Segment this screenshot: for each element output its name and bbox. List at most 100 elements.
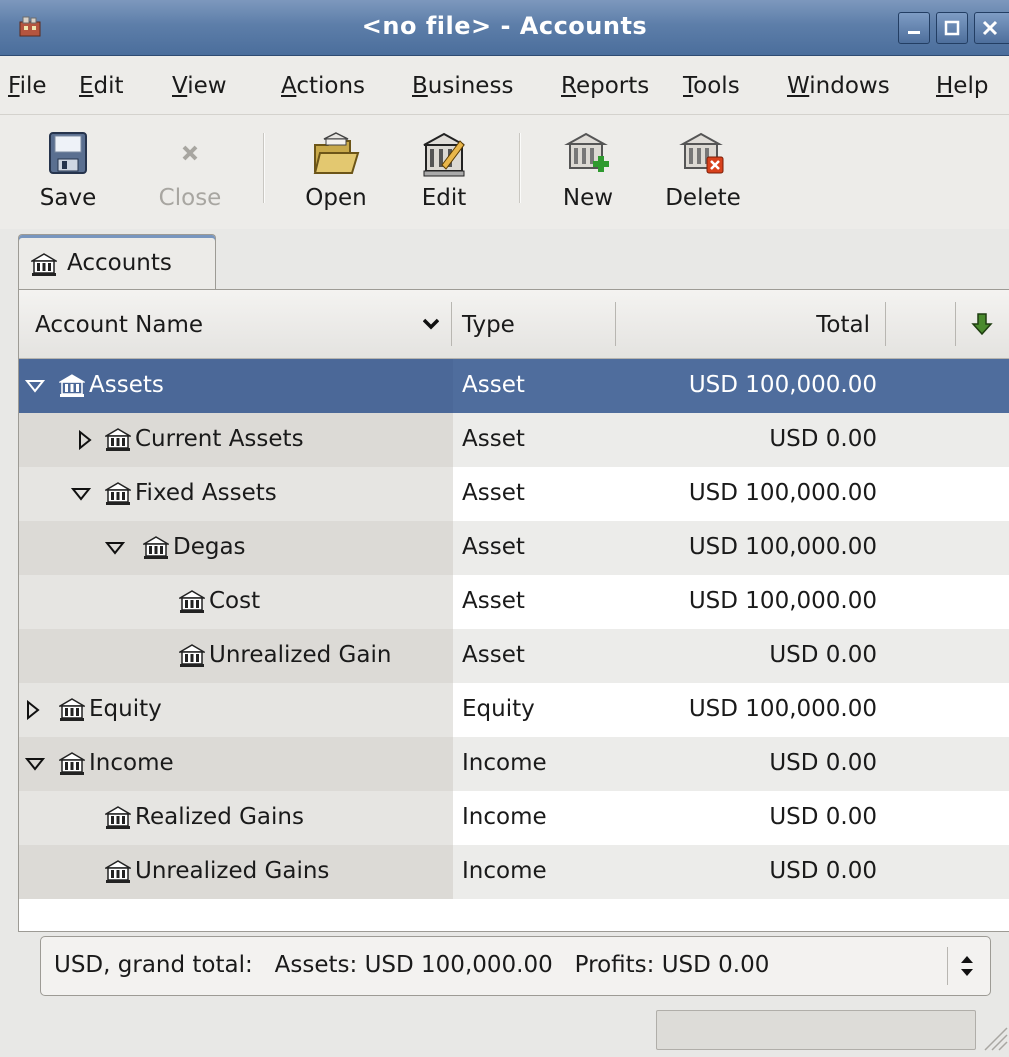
account-bank-icon bbox=[105, 860, 131, 883]
column-header-type[interactable]: Type bbox=[462, 312, 515, 338]
close-window-button[interactable] bbox=[974, 12, 1009, 44]
account-bank-icon bbox=[105, 482, 131, 505]
account-total: USD 0.00 bbox=[769, 642, 877, 668]
maximize-icon bbox=[944, 20, 960, 36]
account-bank-icon bbox=[179, 644, 205, 667]
menu-edit-mnemonic: E bbox=[79, 73, 94, 99]
tree-row-current-assets[interactable]: Current Assets Asset USD 0.00 bbox=[19, 413, 1009, 467]
menu-tools-label: ools bbox=[693, 73, 740, 99]
account-bank-icon bbox=[59, 752, 85, 775]
account-total: USD 100,000.00 bbox=[688, 534, 877, 560]
expander-open-icon[interactable] bbox=[25, 376, 45, 396]
expander-open-icon[interactable] bbox=[25, 754, 45, 774]
open-label: Open bbox=[305, 185, 367, 211]
tree-row-unrealized-gains[interactable]: Unrealized Gains Income USD 0.00 bbox=[19, 845, 1009, 899]
column-divider bbox=[615, 302, 616, 346]
account-bank-icon bbox=[59, 698, 85, 721]
menu-view-mnemonic: V bbox=[172, 73, 188, 99]
menu-actions-label: ctions bbox=[296, 73, 366, 99]
menu-help-mnemonic: H bbox=[936, 73, 954, 99]
account-type: Income bbox=[462, 858, 547, 884]
account-type: Asset bbox=[462, 372, 525, 398]
account-bank-icon bbox=[105, 806, 131, 829]
menu-actions[interactable]: Actions bbox=[281, 73, 365, 99]
new-account-icon bbox=[564, 132, 609, 172]
menu-view[interactable]: View bbox=[172, 73, 227, 99]
menu-business[interactable]: Business bbox=[412, 73, 513, 99]
tree-row-assets[interactable]: Assets Asset USD 100,000.00 bbox=[19, 359, 1009, 413]
menu-reports[interactable]: Reports bbox=[561, 73, 649, 99]
account-total: USD 100,000.00 bbox=[688, 696, 877, 722]
edit-account-icon bbox=[423, 132, 465, 177]
menu-windows[interactable]: Windows bbox=[787, 73, 890, 99]
account-total: USD 0.00 bbox=[769, 804, 877, 830]
tree-row-income[interactable]: Income Income USD 0.00 bbox=[19, 737, 1009, 791]
column-header-account-name[interactable]: Account Name bbox=[35, 312, 203, 338]
account-name: Fixed Assets bbox=[135, 480, 277, 506]
tree-row-equity[interactable]: Equity Equity USD 100,000.00 bbox=[19, 683, 1009, 737]
title-bar[interactable]: <no file> - Accounts bbox=[0, 0, 1009, 56]
expander-closed-icon[interactable] bbox=[75, 430, 95, 450]
column-divider bbox=[885, 302, 886, 346]
chevron-down-icon[interactable] bbox=[423, 318, 439, 330]
menu-tools-mnemonic: T bbox=[683, 73, 694, 99]
account-bank-icon bbox=[143, 536, 169, 559]
menu-actions-mnemonic: A bbox=[281, 73, 297, 99]
menu-business-label: usiness bbox=[427, 73, 514, 99]
menu-file[interactable]: File bbox=[8, 73, 47, 99]
account-total: USD 100,000.00 bbox=[688, 480, 877, 506]
close-icon bbox=[182, 145, 198, 161]
save-label: Save bbox=[39, 185, 97, 211]
expander-open-icon[interactable] bbox=[71, 484, 91, 504]
tab-accounts[interactable]: Accounts bbox=[18, 234, 216, 291]
save-icon bbox=[49, 132, 87, 174]
delete-account-button[interactable]: Delete bbox=[656, 131, 750, 211]
account-type: Asset bbox=[462, 534, 525, 560]
account-tree[interactable]: Account Name Type Total Assets Asset USD… bbox=[18, 289, 1009, 932]
account-name: Income bbox=[89, 750, 174, 776]
tree-row-unrealized-gain[interactable]: Unrealized Gain Asset USD 0.00 bbox=[19, 629, 1009, 683]
window-title: <no file> - Accounts bbox=[361, 12, 648, 40]
status-bar bbox=[0, 998, 1009, 1057]
menu-business-mnemonic: B bbox=[412, 73, 428, 99]
tree-row-degas[interactable]: Degas Asset USD 100,000.00 bbox=[19, 521, 1009, 575]
maximize-button[interactable] bbox=[936, 12, 968, 44]
close-button[interactable]: Close bbox=[152, 131, 228, 211]
account-type: Income bbox=[462, 750, 547, 776]
edit-button[interactable]: Edit bbox=[414, 131, 474, 211]
account-name: Cost bbox=[209, 588, 261, 614]
expander-open-icon[interactable] bbox=[105, 538, 125, 558]
menu-help-label: elp bbox=[953, 73, 989, 99]
account-type: Income bbox=[462, 804, 547, 830]
open-button[interactable]: Open bbox=[298, 131, 374, 211]
column-header-total[interactable]: Total bbox=[816, 312, 870, 338]
menu-edit-label: dit bbox=[93, 73, 124, 99]
menu-file-label: ile bbox=[19, 73, 47, 99]
resize-grip-icon[interactable] bbox=[983, 1022, 1009, 1052]
expander-closed-icon[interactable] bbox=[23, 700, 43, 720]
minimize-button[interactable] bbox=[898, 12, 930, 44]
spin-arrows-icon[interactable] bbox=[958, 953, 976, 979]
menu-tools[interactable]: Tools bbox=[683, 73, 740, 99]
summary-bar[interactable]: USD, grand total: Assets: USD 100,000.00… bbox=[40, 936, 991, 996]
menu-help[interactable]: Help bbox=[936, 73, 988, 99]
tree-row-realized-gains[interactable]: Realized Gains Income USD 0.00 bbox=[19, 791, 1009, 845]
account-name: Current Assets bbox=[135, 426, 304, 452]
save-button[interactable]: Save bbox=[38, 131, 98, 211]
menu-reports-label: eports bbox=[575, 73, 650, 99]
account-type: Asset bbox=[462, 480, 525, 506]
column-selector-arrow-icon[interactable] bbox=[971, 312, 993, 336]
edit-label: Edit bbox=[421, 185, 467, 211]
account-bank-icon bbox=[179, 590, 205, 613]
column-divider bbox=[451, 302, 452, 346]
new-account-button[interactable]: New bbox=[558, 131, 618, 211]
close-icon bbox=[982, 20, 998, 36]
tree-row-cost[interactable]: Cost Asset USD 100,000.00 bbox=[19, 575, 1009, 629]
summary-divider bbox=[947, 947, 948, 985]
tree-row-fixed-assets[interactable]: Fixed Assets Asset USD 100,000.00 bbox=[19, 467, 1009, 521]
menu-edit[interactable]: Edit bbox=[79, 73, 124, 99]
toolbar-separator bbox=[263, 133, 265, 203]
open-folder-icon bbox=[313, 132, 360, 174]
account-type: Asset bbox=[462, 642, 525, 668]
account-name: Degas bbox=[173, 534, 246, 560]
